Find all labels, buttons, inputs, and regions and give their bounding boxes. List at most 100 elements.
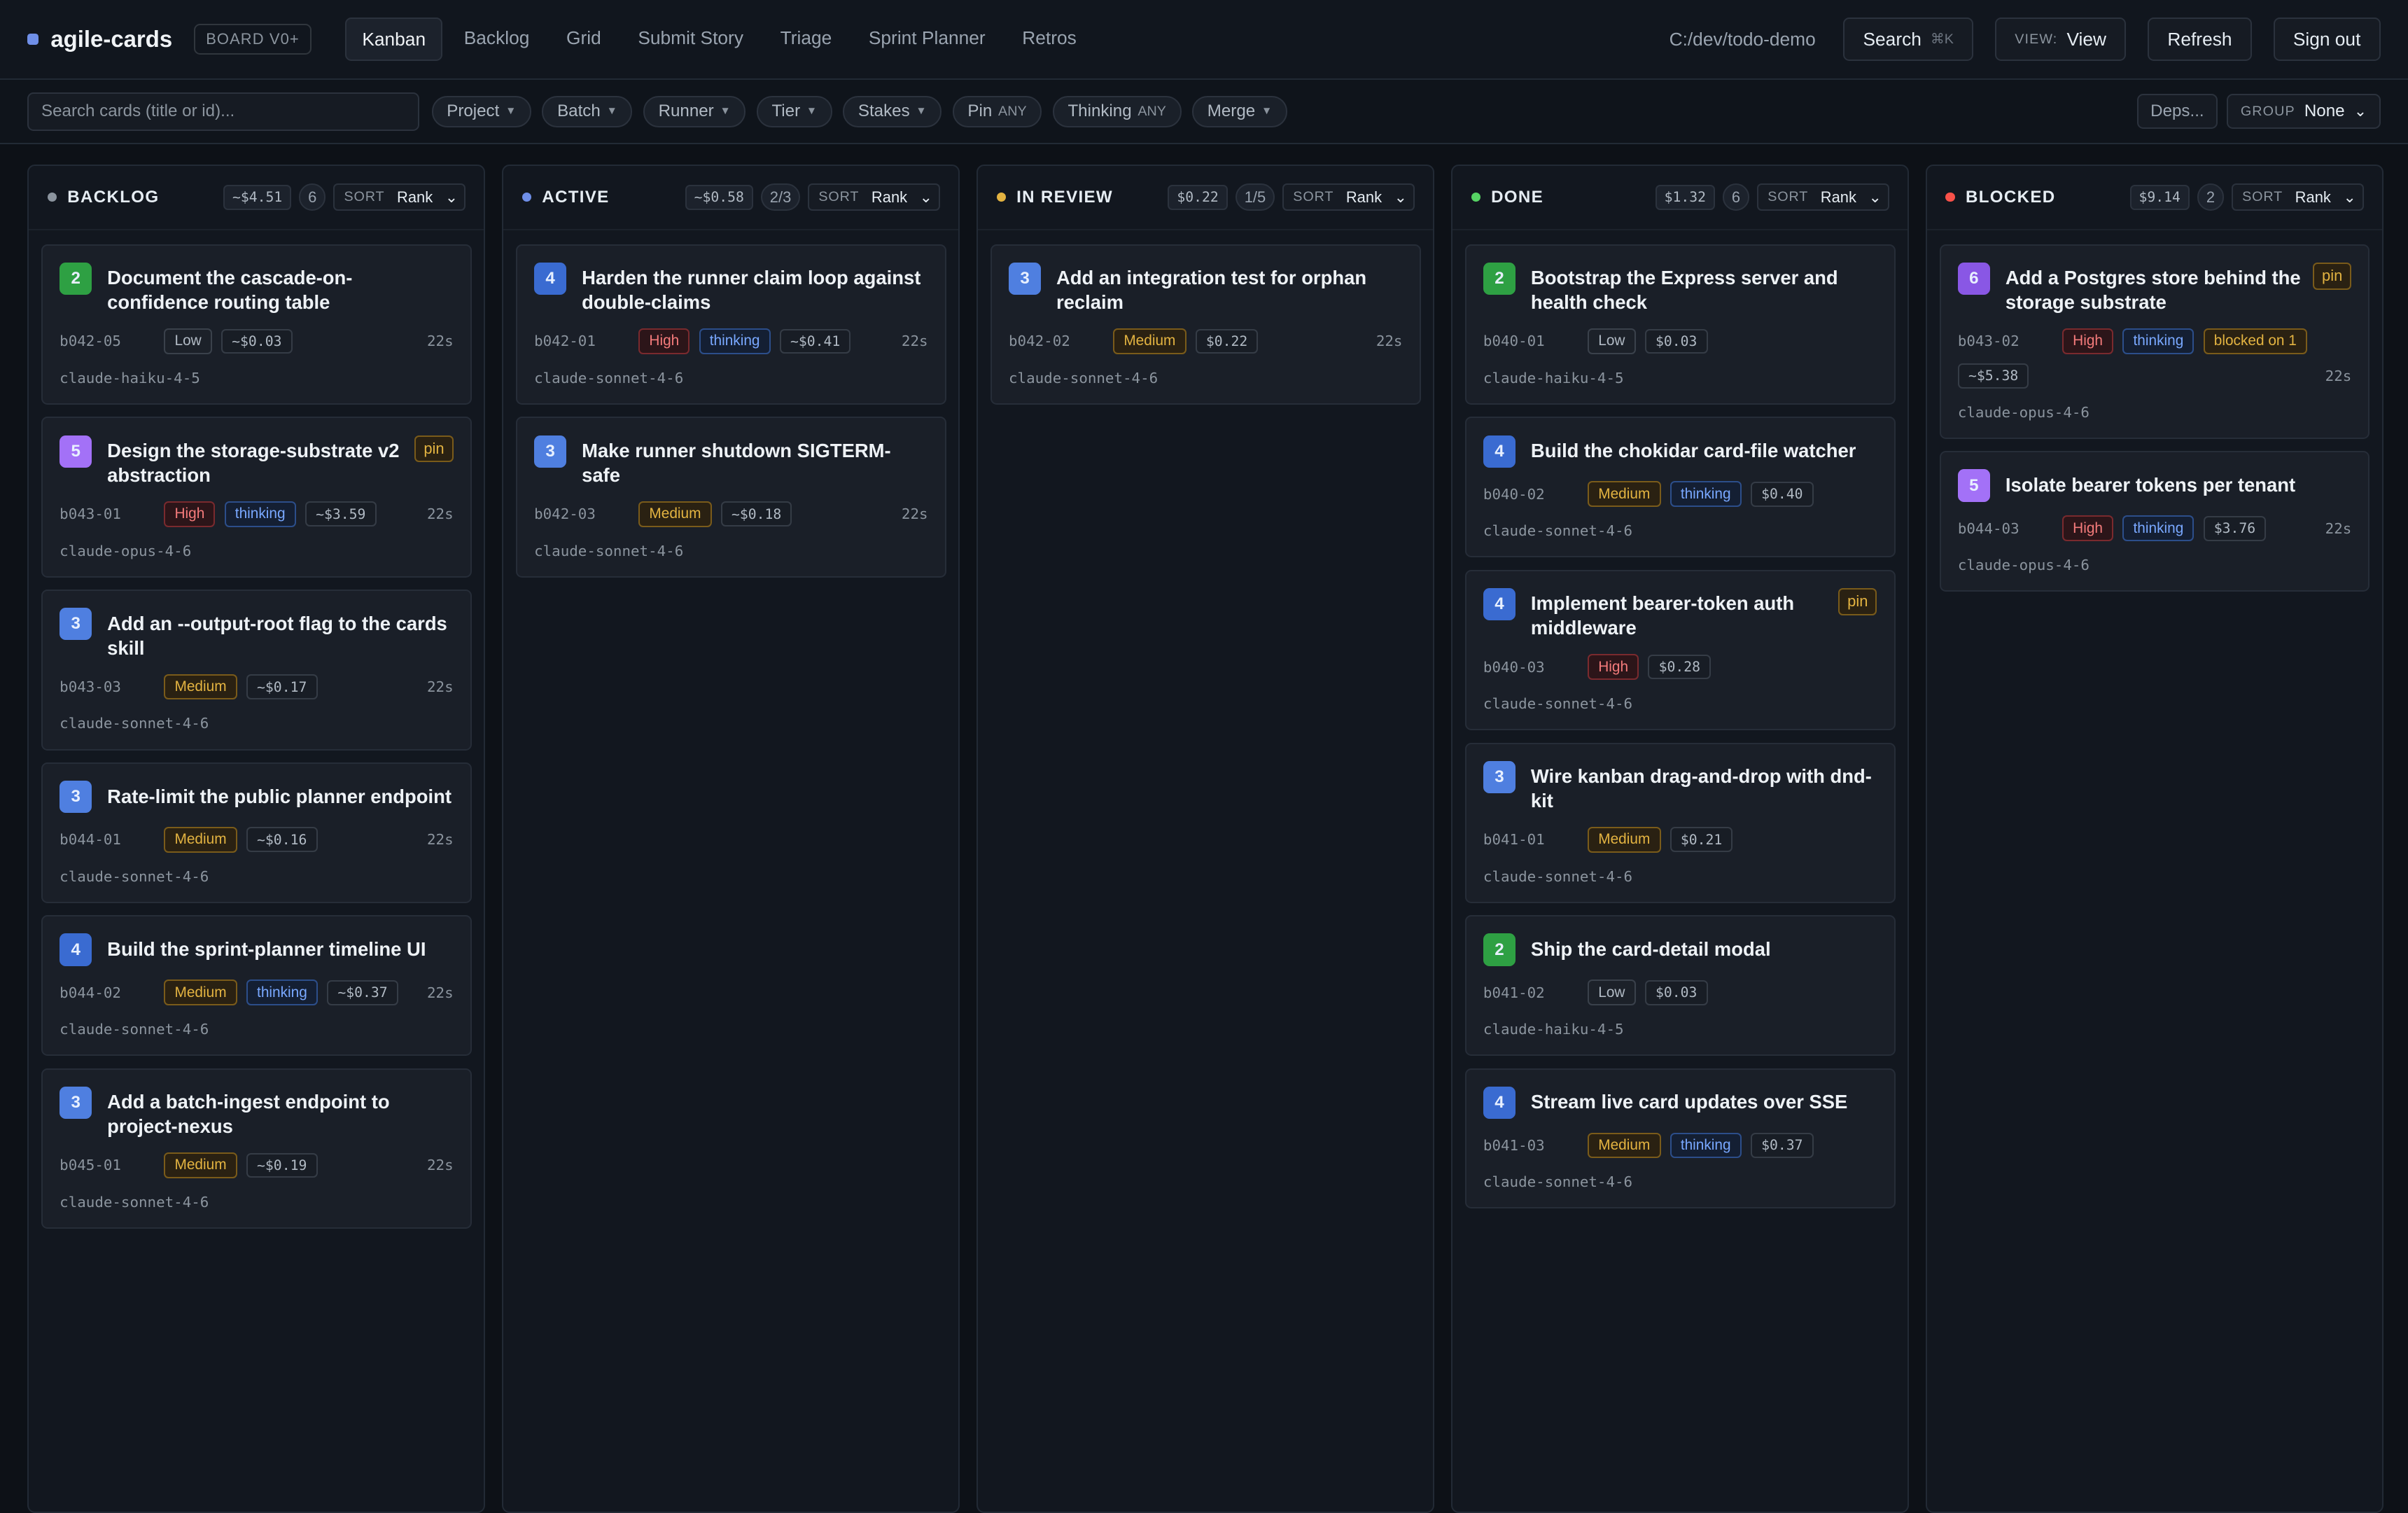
card[interactable]: 4 Stream live card updates over SSE b041-0… <box>1464 1068 1896 1209</box>
card-title[interactable]: Harden the runner claim loop against dou… <box>582 265 927 314</box>
tab-backlog[interactable]: Backlog <box>449 18 545 60</box>
card-age: 22s <box>426 678 454 696</box>
card-id: b044-01 <box>59 831 121 849</box>
deps-button[interactable]: Deps... <box>2136 94 2218 129</box>
card[interactable]: 4 Build the chokidar card-file watcher b04… <box>1464 417 1896 558</box>
filter-chip-project[interactable]: Project ▼ <box>431 95 532 127</box>
card[interactable]: 3 Add an integration test for orphan recl… <box>990 244 1421 405</box>
group-select[interactable]: GROUP None ⌄ <box>2227 94 2381 129</box>
card-id: b042-02 <box>1009 333 1070 350</box>
card[interactable]: 3 Make runner shutdown SIGTERM-safe b042-0… <box>515 417 946 578</box>
column-title: BLOCKED <box>1965 187 2056 207</box>
card-meta: b044-02 Medium thinking ~$0.37 22s <box>59 979 454 1006</box>
card[interactable]: 4 Build the sprint-planner timeline UI b04… <box>41 915 472 1057</box>
card-meta: b040-03 High $0.28 <box>1483 654 1877 680</box>
card[interactable]: 4 Implement bearer-token auth middleware p… <box>1464 569 1896 730</box>
card[interactable]: 5 Isolate bearer tokens per tenant b044-03… <box>1939 451 2370 592</box>
card-title[interactable]: Document the cascade-on-confidence routi… <box>107 265 453 314</box>
view-select[interactable]: VIEW: View <box>1994 18 2127 61</box>
status-dot-icon <box>996 193 1006 202</box>
card-list: 4 Harden the runner claim loop against do… <box>503 230 958 592</box>
card-title[interactable]: Build the sprint-planner timeline UI <box>107 937 453 961</box>
sort-select[interactable]: SORT Rank ⌄ <box>333 183 465 211</box>
sort-select-label: SORT <box>1293 189 1334 205</box>
card-title[interactable]: Ship the card-detail modal <box>1531 937 1877 961</box>
sort-select[interactable]: SORT Rank ⌄ <box>808 183 940 211</box>
sort-select[interactable]: SORT Rank ⌄ <box>1757 183 1889 211</box>
card-meta: b045-01 Medium ~$0.19 22s <box>59 1152 454 1178</box>
tab-submit-story[interactable]: Submit Story <box>622 18 759 60</box>
tab-sprint-planner[interactable]: Sprint Planner <box>853 18 1001 60</box>
board-version-badge: BOARD V0+ <box>193 24 312 55</box>
filter-chip-merge[interactable]: Merge ▼ <box>1192 95 1287 127</box>
column-count: 2 <box>2197 183 2225 211</box>
card[interactable]: 2 Bootstrap the Express server and health… <box>1464 244 1896 405</box>
cost-tag: $0.21 <box>1670 827 1733 853</box>
card-age: 22s <box>426 333 454 350</box>
tab-kanban[interactable]: Kanban <box>345 18 443 61</box>
group-select-label: GROUP <box>2240 103 2295 119</box>
card-title[interactable]: Add an integration test for orphan recla… <box>1056 265 1402 314</box>
search-shortcut-hint: ⌘K <box>1931 32 1954 48</box>
filter-chip-batch[interactable]: Batch ▼ <box>542 95 633 127</box>
column-backlog: BACKLOG ~$4.51 6 SORT Rank ⌄ 2 Document the cas… <box>27 164 486 1513</box>
card[interactable]: 3 Add an --output-root flag to the cards … <box>41 590 472 751</box>
card-title[interactable]: Stream live card updates over SSE <box>1531 1089 1877 1114</box>
filter-chip-pin[interactable]: Pin ANY <box>952 95 1042 127</box>
card[interactable]: 5 Design the storage-substrate v2 abstrac… <box>41 417 472 578</box>
card-title[interactable]: Bootstrap the Express server and health … <box>1531 265 1877 314</box>
card[interactable]: 4 Harden the runner claim loop against do… <box>515 244 946 405</box>
card-model: claude-haiku-4-5 <box>1483 369 1624 386</box>
search-button[interactable]: Search ⌘K <box>1843 18 1974 61</box>
card-header: 3 Wire kanban drag-and-drop with dnd-kit <box>1483 760 1877 814</box>
sort-select[interactable]: SORT Rank ⌄ <box>2231 183 2364 211</box>
card-header: 3 Make runner shutdown SIGTERM-safe <box>534 435 927 488</box>
card[interactable]: 3 Rate-limit the public planner endpoint b… <box>41 762 472 903</box>
story-points-badge: 4 <box>59 933 92 966</box>
story-points-badge: 4 <box>1483 1086 1516 1119</box>
card[interactable]: 2 Document the cascade-on-confidence rout… <box>41 244 472 405</box>
sort-select[interactable]: SORT Rank ⌄ <box>1282 183 1415 211</box>
card-meta: b043-02 High thinking blocked on 1 ~$5.38 22s <box>1957 328 2351 389</box>
filter-chip-tier[interactable]: Tier ▼ <box>756 95 832 127</box>
medium-tag: Medium <box>164 979 237 1006</box>
sort-select-label: SORT <box>818 189 860 205</box>
card-title[interactable]: Add an --output-root flag to the cards s… <box>107 611 453 660</box>
card-title[interactable]: Rate-limit the public planner endpoint <box>107 784 453 809</box>
card-list: 6 Add a Postgres store behind the storage… <box>1927 230 2382 606</box>
cost-tag: $0.03 <box>1644 328 1708 354</box>
refresh-button[interactable]: Refresh <box>2148 18 2252 61</box>
card-title[interactable]: Build the chokidar card-file watcher <box>1531 438 1877 463</box>
chevron-down-icon: ⌄ <box>1394 188 1407 206</box>
card-meta: b044-03 High thinking $3.76 22s <box>1958 515 2351 542</box>
card-title[interactable]: Design the storage-substrate v2 abstract… <box>107 438 405 487</box>
card-title[interactable]: Add a Postgres store behind the storage … <box>2005 265 2304 314</box>
filter-chip-stakes[interactable]: Stakes ▼ <box>843 95 942 127</box>
card-header: 4 Harden the runner claim loop against do… <box>534 262 927 315</box>
card[interactable]: 6 Add a Postgres store behind the storage… <box>1939 244 2370 439</box>
story-points-badge: 3 <box>59 1086 92 1119</box>
card-title[interactable]: Isolate bearer tokens per tenant <box>2005 473 2351 497</box>
thinking-tag: thinking <box>2122 515 2194 542</box>
card[interactable]: 3 Add a batch-ingest endpoint to project-… <box>41 1068 472 1229</box>
card-title[interactable]: Make runner shutdown SIGTERM-safe <box>582 438 927 487</box>
sign-out-button[interactable]: Sign out <box>2273 18 2381 61</box>
tab-retros[interactable]: Retros <box>1007 18 1091 60</box>
filter-chip-runner[interactable]: Runner ▼ <box>643 95 746 127</box>
high-tag: High <box>1588 654 1639 680</box>
low-tag: Low <box>1588 328 1636 354</box>
column-header: BACKLOG ~$4.51 6 SORT Rank ⌄ <box>29 166 484 230</box>
thinking-tag: thinking <box>224 501 296 527</box>
filter-chip-thinking[interactable]: Thinking ANY <box>1052 95 1182 127</box>
card-title[interactable]: Wire kanban drag-and-drop with dnd-kit <box>1531 764 1877 813</box>
card-title[interactable]: Add a batch-ingest endpoint to project-n… <box>107 1089 453 1138</box>
card[interactable]: 2 Ship the card-detail modal b041-02 Low $0.… <box>1464 915 1896 1057</box>
brand[interactable]: agile-cards <box>27 26 172 53</box>
card-search-input[interactable] <box>27 92 419 131</box>
card-age: 22s <box>901 506 928 523</box>
column-title: DONE <box>1491 187 1544 207</box>
card-title[interactable]: Implement bearer-token auth middleware <box>1531 591 1829 640</box>
tab-triage[interactable]: Triage <box>765 18 847 60</box>
tab-grid[interactable]: Grid <box>551 18 617 60</box>
card[interactable]: 3 Wire kanban drag-and-drop with dnd-kit b… <box>1464 742 1896 903</box>
